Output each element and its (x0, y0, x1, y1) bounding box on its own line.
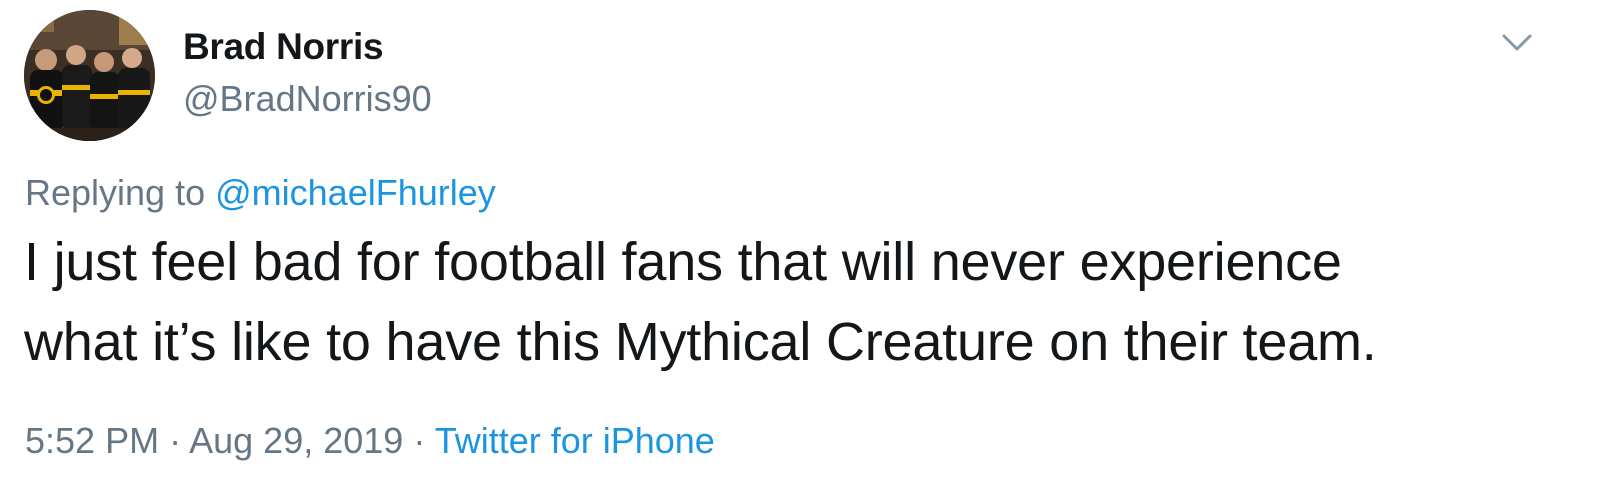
replying-prefix: Replying to (25, 172, 206, 213)
tweet-meta: 5:52 PM · Aug 29, 2019 · Twitter for iPh… (25, 420, 715, 462)
meta-separator: · (169, 420, 182, 461)
author-name[interactable]: Brad Norris (183, 26, 384, 68)
avatar[interactable] (24, 10, 155, 141)
avatar-photo (24, 10, 155, 141)
tweet-text-line: I just feel bad for football fans that w… (24, 232, 1342, 292)
replying-to: Replying to @michaelFhurley (25, 172, 496, 214)
tweet-time[interactable]: 5:52 PM (25, 420, 159, 461)
tweet-text: I just feel bad for football fans that w… (24, 222, 1564, 382)
tweet-date[interactable]: Aug 29, 2019 (189, 420, 403, 461)
reply-mention-link[interactable]: @michaelFhurley (215, 172, 496, 213)
tweet-text-line: what it’s like to have this Mythical Cre… (24, 312, 1377, 372)
meta-separator: · (413, 420, 426, 461)
chevron-down-icon[interactable] (1500, 30, 1534, 56)
author-handle[interactable]: @BradNorris90 (183, 78, 432, 120)
tweet-card: Brad Norris @BradNorris90 Replying to @m… (0, 0, 1600, 499)
tweet-source-link[interactable]: Twitter for iPhone (435, 420, 715, 461)
